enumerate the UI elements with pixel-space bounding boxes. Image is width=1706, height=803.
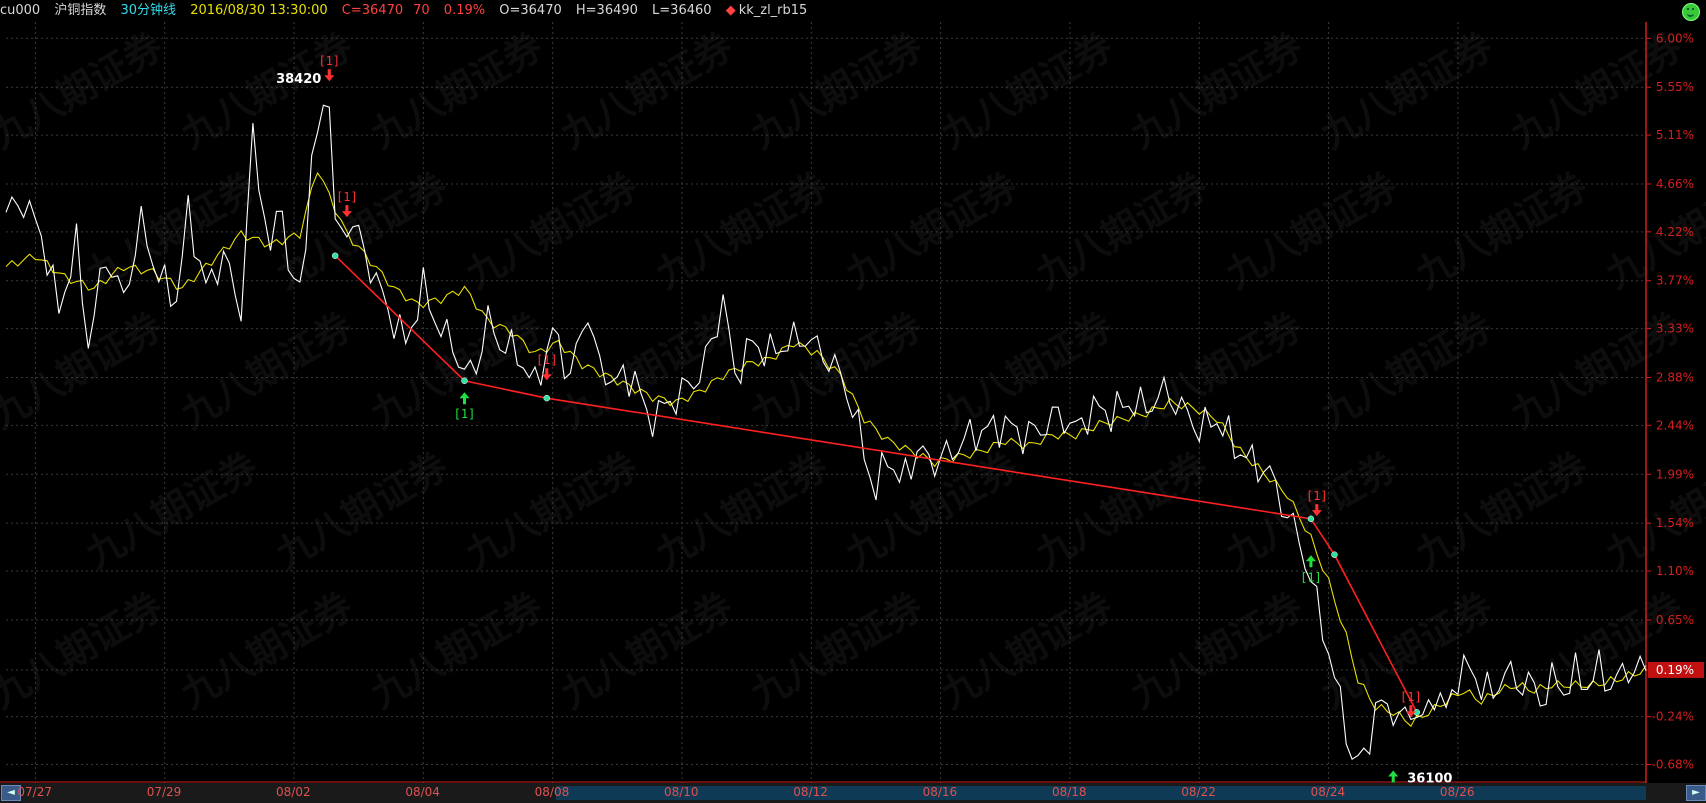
- trend-vertex: [461, 377, 468, 385]
- y-tick-label: 3.33%: [1656, 322, 1694, 336]
- moving-average-line: [5, 171, 1647, 728]
- y-tick-label: 5.11%: [1656, 128, 1694, 142]
- x-tick-label: 08/26: [1439, 785, 1475, 799]
- y-tick-label: 0.19%: [1656, 663, 1694, 677]
- signal-label: [1]: [536, 353, 558, 367]
- x-tick-label: 07/29: [146, 785, 182, 799]
- y-tick-label: 5.55%: [1656, 80, 1694, 94]
- x-tick-label: 08/22: [1181, 785, 1216, 799]
- extreme-value-label: 38420: [276, 72, 321, 87]
- sell-signal-arrow-icon: [1]: [336, 190, 358, 218]
- y-tick-label: 6.00%: [1656, 31, 1694, 45]
- x-tick-label: 08/02: [276, 785, 311, 799]
- x-tick-label: 08/04: [405, 785, 440, 799]
- extreme-value-label: 36100: [1407, 772, 1452, 783]
- y-tick-label: 3.77%: [1656, 274, 1694, 288]
- y-tick-label: 0.65%: [1656, 613, 1694, 627]
- buy-signal-arrow-icon: [1]: [454, 392, 476, 421]
- down-arrow-icon: [324, 69, 335, 82]
- y-tick-label: -0.24%: [1652, 710, 1694, 724]
- price-chart[interactable]: 6.00% 5.55% 5.11% 4.66% 4.22% 3.77% 3.33% 2.88%…: [0, 0, 1706, 783]
- series-layer: [5, 104, 1647, 761]
- sell-signal-arrow-icon: [1]: [1306, 489, 1328, 517]
- trend-vertex: [331, 252, 339, 259]
- y-axis: 6.00% 5.55% 5.11% 4.66% 4.22% 3.77% 3.33% 2.88%…: [0, 22, 1704, 783]
- signal-layer: [1] 38420 [1] [1] [1] [1] [1] [1] [1]36100: [276, 54, 1452, 783]
- down-arrow-icon: [1311, 504, 1322, 517]
- signal-label: [1]: [1300, 570, 1322, 584]
- y-tick-label: 2.44%: [1656, 418, 1694, 432]
- signal-label: [1]: [1400, 690, 1422, 704]
- sell-signal-arrow-icon: [1] 38420: [276, 54, 340, 87]
- y-tick-label: -0.68%: [1652, 758, 1694, 772]
- signal-label: [1]: [1306, 489, 1328, 503]
- y-tick-label: 1.99%: [1656, 467, 1694, 481]
- y-tick-label: 1.10%: [1656, 564, 1694, 578]
- price-line: [5, 104, 1647, 761]
- signal-label: [1]: [336, 190, 358, 204]
- x-tick-label: 08/18: [1051, 785, 1087, 799]
- x-tick-label: 08/12: [793, 785, 828, 799]
- y-tick-label: 2.88%: [1656, 370, 1694, 384]
- signal-label: [1]: [318, 54, 340, 68]
- up-arrow-icon: [1305, 555, 1316, 568]
- down-arrow-icon: [341, 205, 352, 218]
- x-tick-label: 08/10: [663, 785, 699, 799]
- up-arrow-icon: [1388, 770, 1399, 783]
- y-tick-label: 4.66%: [1656, 177, 1694, 191]
- x-tick-label: 08/24: [1310, 785, 1346, 799]
- trend-vertex: [1331, 551, 1338, 558]
- buy-signal-arrow-icon: [1]36100: [1388, 770, 1452, 783]
- x-tick-label: 08/16: [922, 785, 958, 799]
- y-tick-label: 1.54%: [1656, 516, 1694, 530]
- up-arrow-icon: [459, 392, 470, 405]
- signal-label: [1]: [454, 407, 476, 421]
- trend-vertex: [543, 394, 551, 402]
- scroll-right-button[interactable]: ►: [1686, 785, 1706, 801]
- trend-vertex: [1307, 515, 1315, 523]
- sell-signal-arrow-icon: [1]: [536, 353, 558, 381]
- trend-line: [334, 255, 1418, 713]
- time-axis-bar: ◄ ► 07/27 07/29 08/02 08/04 08/08 08/10 08/12 0…: [0, 783, 1706, 803]
- x-tick-label: 08/08: [534, 785, 570, 799]
- y-tick-label: 4.22%: [1656, 225, 1694, 239]
- x-tick-label: 07/27: [17, 785, 52, 799]
- scroll-track[interactable]: [556, 786, 1646, 800]
